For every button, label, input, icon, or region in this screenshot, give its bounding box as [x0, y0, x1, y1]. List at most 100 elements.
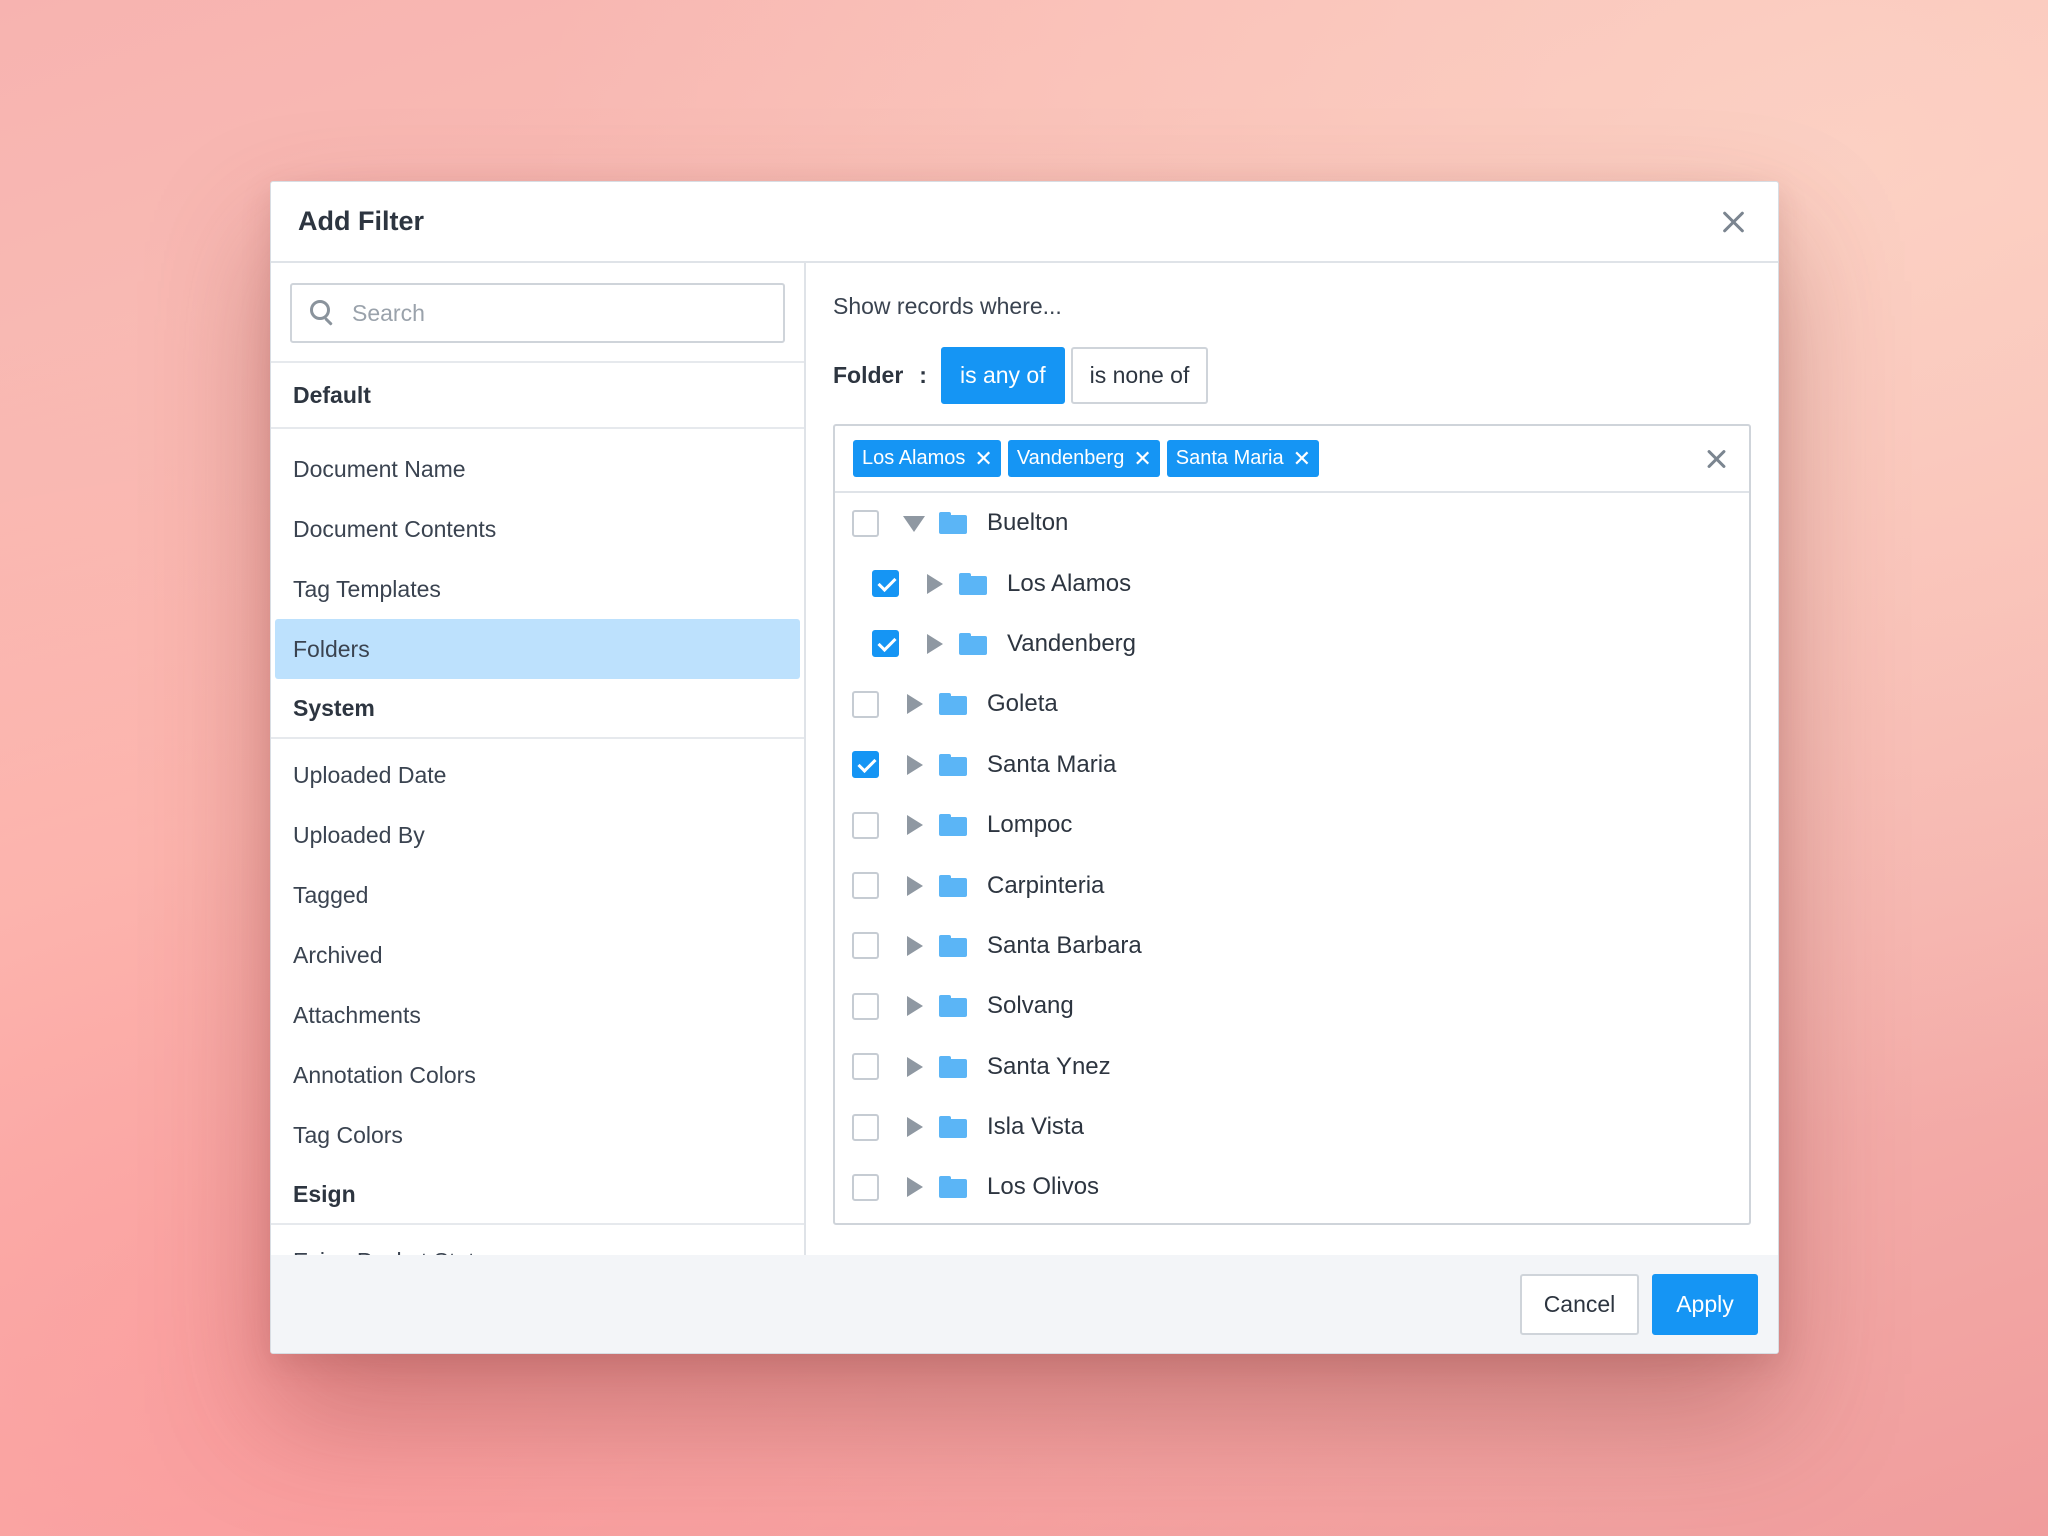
- field-item[interactable]: Tag Templates: [271, 559, 804, 619]
- folder-icon: [939, 512, 967, 535]
- field-item[interactable]: Folders: [275, 619, 800, 679]
- tree-row[interactable]: Buelton: [835, 493, 1749, 553]
- dialog-body: DefaultDocument NameDocument ContentsTag…: [271, 263, 1778, 1257]
- folder-icon: [939, 1055, 967, 1078]
- condition-intro: Show records where...: [833, 293, 1062, 319]
- field-item[interactable]: Document Contents: [271, 499, 804, 559]
- search-container: [271, 263, 804, 363]
- dialog-header: Add Filter: [271, 182, 1778, 263]
- tree-row[interactable]: Carpinteria: [835, 855, 1749, 915]
- field-picker-pane: DefaultDocument NameDocument ContentsTag…: [271, 263, 806, 1257]
- folder-icon: [939, 814, 967, 837]
- selected-chip: Santa Maria ✕: [1166, 440, 1320, 477]
- checkbox[interactable]: [852, 872, 879, 900]
- chip-label: Los Alamos: [862, 447, 966, 469]
- folder-select: Los Alamos ✕ Vandenberg ✕ Santa Maria ✕ Buelt…: [833, 424, 1751, 1225]
- field-label: Folder: [833, 362, 904, 388]
- operator-row: Folder : is any of is none of: [833, 347, 1751, 404]
- tree-label: Los Olivos: [987, 1173, 1100, 1201]
- caret-right-icon[interactable]: [903, 814, 925, 836]
- tree-row[interactable]: Los Olivos: [835, 1157, 1749, 1217]
- chip-label: Vandenberg: [1016, 447, 1125, 469]
- tree-label: Carpinteria: [987, 871, 1105, 899]
- operator-is-any-of-button[interactable]: is any of: [940, 347, 1065, 404]
- search-icon: [310, 300, 336, 326]
- close-icon[interactable]: [1716, 204, 1752, 240]
- folder-tree: Buelton Los Alamos Vandenberg Goleta Santa M…: [835, 493, 1749, 1218]
- checkbox[interactable]: [852, 1173, 879, 1201]
- search-field[interactable]: [290, 283, 785, 343]
- field-item[interactable]: Uploaded By: [271, 805, 804, 865]
- caret-right-icon[interactable]: [903, 1056, 925, 1078]
- apply-button[interactable]: Apply: [1652, 1273, 1758, 1335]
- tree-label: Vandenberg: [1007, 629, 1136, 657]
- checkbox[interactable]: [852, 1113, 879, 1141]
- caret-right-icon[interactable]: [903, 754, 925, 776]
- checkbox[interactable]: [852, 1053, 879, 1081]
- tree-label: Santa Ynez: [987, 1052, 1111, 1080]
- tree-label: Santa Barbara: [987, 931, 1142, 959]
- tree-label: Los Alamos: [1007, 569, 1132, 597]
- checkbox-checked[interactable]: [872, 570, 899, 598]
- checkbox-checked[interactable]: [872, 630, 899, 658]
- search-input[interactable]: [352, 299, 712, 327]
- field-label-colon: :: [919, 362, 927, 388]
- caret-down-icon[interactable]: [903, 512, 925, 534]
- folder-icon: [959, 572, 987, 595]
- tree-row[interactable]: Santa Barbara: [835, 916, 1749, 976]
- tree-row[interactable]: Goleta: [835, 674, 1749, 734]
- caret-right-icon[interactable]: [903, 935, 925, 957]
- folder-icon: [939, 874, 967, 897]
- tree-row[interactable]: Isla Vista: [835, 1097, 1749, 1157]
- selected-chips[interactable]: Los Alamos ✕ Vandenberg ✕ Santa Maria ✕: [835, 426, 1749, 493]
- folder-icon: [939, 934, 967, 957]
- chip-remove-icon[interactable]: ✕: [1133, 447, 1151, 470]
- field-item[interactable]: Esign Packet Status: [271, 1231, 804, 1258]
- chip-remove-icon[interactable]: ✕: [1293, 447, 1311, 470]
- caret-right-icon[interactable]: [903, 1116, 925, 1138]
- field-item[interactable]: Tagged: [271, 865, 804, 925]
- caret-right-icon[interactable]: [903, 1176, 925, 1198]
- checkbox[interactable]: [852, 932, 879, 960]
- checkbox[interactable]: [852, 992, 879, 1020]
- tree-row[interactable]: Santa Ynez: [835, 1037, 1749, 1097]
- tree-row[interactable]: Los Alamos: [835, 553, 1749, 613]
- folder-icon: [939, 753, 967, 776]
- caret-right-icon[interactable]: [903, 875, 925, 897]
- chip-remove-icon[interactable]: ✕: [974, 447, 992, 470]
- checkbox[interactable]: [852, 509, 879, 537]
- checkbox-checked[interactable]: [852, 751, 879, 779]
- field-item[interactable]: Tag Colors: [271, 1105, 804, 1165]
- selected-chip: Los Alamos ✕: [853, 440, 1001, 477]
- field-item[interactable]: Document Name: [271, 439, 804, 499]
- checkbox[interactable]: [852, 811, 879, 839]
- cancel-button[interactable]: Cancel: [1520, 1273, 1639, 1335]
- folder-icon: [939, 995, 967, 1018]
- tree-row[interactable]: Vandenberg: [835, 614, 1749, 674]
- field-item[interactable]: Archived: [271, 925, 804, 985]
- dialog-footer: Cancel Apply: [271, 1255, 1778, 1353]
- field-item[interactable]: Uploaded Date: [271, 745, 804, 805]
- field-list: Default Document Name Document Contents Tag…: [271, 363, 804, 1257]
- dialog-title: Add Filter: [298, 206, 424, 236]
- tree-row[interactable]: Santa Maria: [835, 735, 1749, 795]
- folder-icon: [939, 693, 967, 716]
- operator-is-none-of-button[interactable]: is none of: [1070, 347, 1209, 404]
- caret-right-icon[interactable]: [903, 693, 925, 715]
- tree-row[interactable]: Solvang: [835, 976, 1749, 1036]
- field-item[interactable]: Attachments: [271, 985, 804, 1045]
- folder-icon: [959, 632, 987, 655]
- checkbox[interactable]: [852, 690, 879, 718]
- field-item[interactable]: Annotation Colors: [271, 1045, 804, 1105]
- folder-icon: [939, 1116, 967, 1139]
- caret-right-icon[interactable]: [923, 573, 945, 595]
- tree-label: Isla Vista: [987, 1113, 1084, 1141]
- tree-label: Santa Maria: [987, 750, 1117, 778]
- caret-right-icon[interactable]: [923, 633, 945, 655]
- caret-right-icon[interactable]: [903, 995, 925, 1017]
- clear-all-icon[interactable]: [1705, 448, 1727, 470]
- tree-label: Goleta: [987, 690, 1058, 718]
- group-header: Esign: [271, 1165, 804, 1225]
- tree-row[interactable]: Lompoc: [835, 795, 1749, 855]
